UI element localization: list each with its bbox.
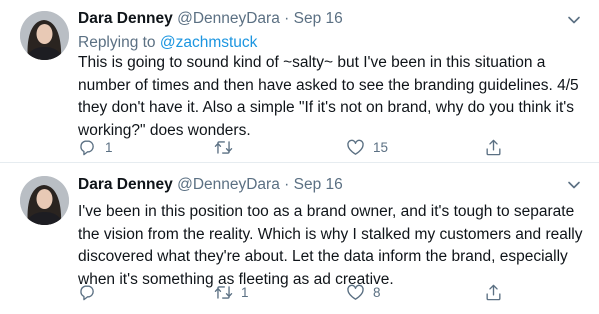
like-count: 8 <box>373 284 381 300</box>
like-button[interactable]: 8 <box>346 282 381 302</box>
author-handle[interactable]: @DenneyDara <box>177 10 280 27</box>
separator: · <box>284 176 290 193</box>
replying-to-mention[interactable]: @zachmstuck <box>160 34 258 51</box>
tweet[interactable]: Dara Denney @DenneyDara · Sep 16 Replyin… <box>0 0 599 163</box>
like-icon <box>347 284 364 300</box>
author-name[interactable]: Dara Denney <box>78 176 173 193</box>
author-name[interactable]: Dara Denney <box>78 10 173 27</box>
chevron-down-icon[interactable] <box>567 15 581 25</box>
tweet-actions: 1 15 <box>78 137 518 157</box>
author-handle[interactable]: @DenneyDara <box>177 176 280 193</box>
chevron-down-icon[interactable] <box>567 180 581 190</box>
reply-icon <box>80 139 94 155</box>
share-button[interactable] <box>484 282 503 302</box>
retweet-button[interactable] <box>214 137 241 157</box>
reply-button[interactable]: 1 <box>78 137 113 157</box>
like-icon <box>347 139 364 155</box>
tweet-header: Dara Denney @DenneyDara · Sep 16 <box>78 10 343 28</box>
avatar[interactable] <box>20 176 69 225</box>
share-icon <box>486 139 501 155</box>
retweet-icon <box>214 140 233 154</box>
tweet-header: Dara Denney @DenneyDara · Sep 16 <box>78 176 343 194</box>
retweet-count: 1 <box>241 284 249 300</box>
tweet-actions: 1 8 <box>78 282 518 302</box>
avatar[interactable] <box>20 11 69 60</box>
retweet-button[interactable]: 1 <box>214 282 249 302</box>
tweet-text: I've been in this position too as a bran… <box>78 203 583 288</box>
tweet-date[interactable]: Sep 16 <box>294 10 343 27</box>
tweet-text: This is going to sound kind of ~salty~ b… <box>78 54 579 139</box>
replying-to: Replying to @zachmstuck <box>78 34 257 52</box>
tweet[interactable]: Dara Denney @DenneyDara · Sep 16 I've be… <box>0 163 599 314</box>
like-count: 15 <box>373 139 389 155</box>
separator: · <box>284 10 290 27</box>
like-button[interactable]: 15 <box>346 137 388 157</box>
tweet-date[interactable]: Sep 16 <box>294 176 343 193</box>
replying-to-label: Replying to <box>78 34 160 51</box>
reply-count: 1 <box>105 139 113 155</box>
reply-button[interactable] <box>78 282 105 302</box>
retweet-icon <box>214 285 233 299</box>
share-icon <box>486 284 501 300</box>
share-button[interactable] <box>484 137 503 157</box>
reply-icon <box>80 284 94 300</box>
